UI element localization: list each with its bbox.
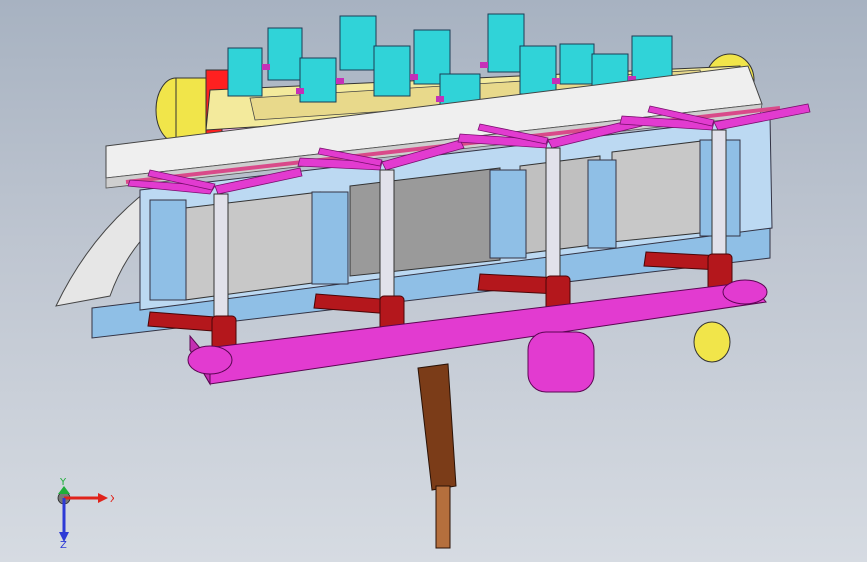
x-axis-arrow [64, 493, 108, 503]
assembly-model[interactable] [0, 0, 867, 562]
drive-rod[interactable] [417, 363, 457, 549]
x-axis-label: X [110, 494, 114, 505]
coordinate-triad[interactable]: X Y Z [44, 478, 114, 548]
z-axis-arrow [59, 498, 69, 542]
y-axis-label: Y [59, 478, 67, 488]
cad-viewport[interactable]: X Y Z [0, 0, 867, 562]
z-axis-label: Z [60, 540, 67, 548]
